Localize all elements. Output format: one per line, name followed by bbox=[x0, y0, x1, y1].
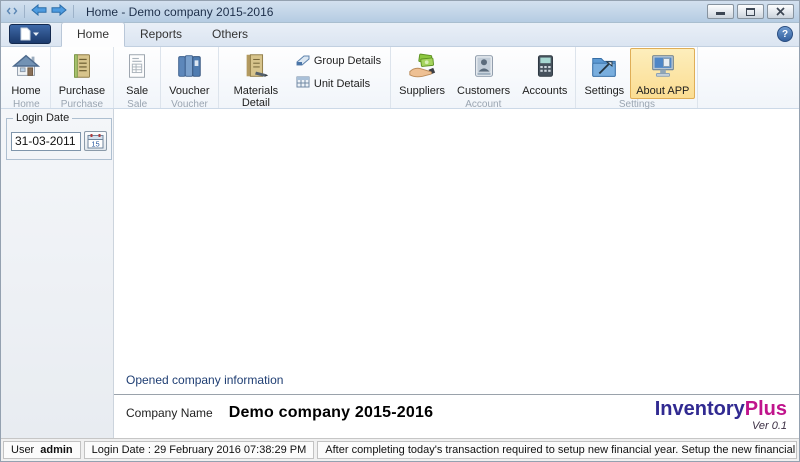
ribbon-button-unit-details[interactable]: Unit Details bbox=[293, 74, 384, 93]
ribbon-button-materials-detail[interactable]: Materials Detail bbox=[221, 48, 291, 111]
minimize-icon bbox=[716, 12, 725, 15]
login-date-group: Login Date 15 bbox=[6, 112, 112, 160]
login-date-label: Login Date bbox=[13, 112, 72, 124]
application-menu-icon bbox=[17, 27, 43, 41]
ribbon-button-label: Accounts bbox=[522, 85, 567, 97]
login-date-input[interactable] bbox=[11, 132, 81, 151]
maximize-button[interactable] bbox=[737, 4, 764, 19]
ribbon-button-label: Unit Details bbox=[314, 78, 370, 90]
main-area: Opened company information Company Name … bbox=[114, 109, 799, 438]
tab-others[interactable]: Others bbox=[197, 23, 263, 46]
ribbon-button-purchase[interactable]: Purchase bbox=[53, 48, 111, 99]
accounts-icon bbox=[530, 51, 560, 84]
status-bar: User admin Login Date : 29 February 2016… bbox=[1, 438, 799, 461]
company-name-value: Demo company 2015-2016 bbox=[229, 404, 434, 422]
close-button[interactable] bbox=[767, 4, 794, 19]
ribbon-button-about-app[interactable]: About APP bbox=[630, 48, 695, 99]
ribbon-group-purchase: Purchase Purchase bbox=[51, 47, 114, 108]
ribbon-button-label: Voucher bbox=[169, 85, 209, 97]
svg-text:15: 15 bbox=[91, 139, 99, 148]
status-message: After completing today's transaction req… bbox=[317, 441, 797, 459]
ribbon-button-voucher[interactable]: Voucher bbox=[163, 48, 215, 99]
about-app-icon bbox=[648, 51, 678, 84]
logo-text-inventory: Inventory bbox=[655, 398, 745, 420]
ribbon-group-inventory: Materials Detail Group Details bbox=[219, 47, 391, 108]
side-panel: Login Date 15 bbox=[1, 109, 114, 438]
tab-reports[interactable]: Reports bbox=[125, 23, 197, 46]
ribbon-button-group-details[interactable]: Group Details bbox=[293, 51, 384, 70]
version-label: Ver 0.1 bbox=[655, 420, 787, 432]
customers-icon bbox=[469, 51, 499, 84]
ribbon-button-suppliers[interactable]: Suppliers bbox=[393, 48, 451, 99]
logo-text-plus: Plus bbox=[745, 398, 787, 420]
materials-detail-icon bbox=[241, 51, 271, 84]
ribbon-group-settings: Settings About APP Settings bbox=[576, 47, 698, 108]
ribbon-button-label: Purchase bbox=[59, 85, 105, 97]
window-title: Home - Demo company 2015-2016 bbox=[86, 5, 273, 19]
help-icon: ? bbox=[782, 29, 788, 40]
toolbar-separator bbox=[24, 5, 25, 18]
ribbon-button-customers[interactable]: Customers bbox=[451, 48, 516, 99]
ribbon-group-voucher: Voucher Voucher bbox=[161, 47, 219, 108]
purchase-icon bbox=[67, 51, 97, 84]
ribbon-button-settings[interactable]: Settings bbox=[578, 48, 630, 99]
group-details-icon bbox=[296, 52, 310, 69]
customize-toolbar-icon[interactable] bbox=[6, 3, 18, 21]
voucher-icon bbox=[174, 51, 204, 84]
ribbon-tab-row: Home Reports Others ? bbox=[1, 23, 799, 47]
forward-arrow-icon[interactable] bbox=[51, 3, 67, 21]
app-window: Home - Demo company 2015-2016 Home Repor… bbox=[0, 0, 800, 462]
tab-home[interactable]: Home bbox=[61, 22, 125, 47]
status-user-label: User bbox=[11, 444, 34, 456]
ribbon-button-label: Settings bbox=[584, 85, 624, 97]
back-arrow-icon[interactable] bbox=[31, 3, 47, 21]
maximize-icon bbox=[746, 8, 755, 16]
title-bar: Home - Demo company 2015-2016 bbox=[1, 1, 799, 23]
status-user: User admin bbox=[3, 441, 81, 459]
ribbon-button-label: About APP bbox=[636, 85, 689, 97]
minimize-button[interactable] bbox=[707, 4, 734, 19]
ribbon-group-sale: Sale Sale bbox=[114, 47, 161, 108]
quick-access-toolbar bbox=[6, 3, 76, 21]
calendar-icon: 15 bbox=[87, 133, 104, 149]
ribbon-group-home: Home Home bbox=[3, 47, 51, 108]
close-icon bbox=[776, 7, 785, 16]
home-icon bbox=[11, 51, 41, 84]
application-menu-button[interactable] bbox=[9, 24, 51, 44]
toolbar-separator bbox=[73, 5, 74, 18]
ribbon-button-label: Customers bbox=[457, 85, 510, 97]
ribbon-button-accounts[interactable]: Accounts bbox=[516, 48, 573, 99]
status-user-value: admin bbox=[40, 444, 72, 456]
ribbon-button-label: Sale bbox=[126, 85, 148, 97]
calendar-picker-button[interactable]: 15 bbox=[84, 131, 107, 151]
ribbon-button-sale[interactable]: Sale bbox=[116, 48, 158, 99]
app-logo: InventoryPlus Ver 0.1 bbox=[655, 399, 787, 432]
sale-icon bbox=[122, 51, 152, 84]
ribbon: Home Home Purchase Purchas bbox=[1, 47, 799, 109]
ribbon-button-label: Suppliers bbox=[399, 85, 445, 97]
ribbon-button-label: Home bbox=[11, 85, 40, 97]
company-name-label: Company Name bbox=[126, 406, 213, 420]
ribbon-group-account: Suppliers Customers bbox=[391, 47, 576, 108]
settings-icon bbox=[589, 51, 619, 84]
opened-company-heading: Opened company information bbox=[114, 367, 799, 394]
ribbon-button-label: Group Details bbox=[314, 55, 381, 67]
unit-details-icon bbox=[296, 75, 310, 92]
status-login-date: Login Date : 29 February 2016 07:38:29 P… bbox=[84, 441, 315, 459]
help-button[interactable]: ? bbox=[777, 26, 793, 42]
ribbon-button-home[interactable]: Home bbox=[5, 48, 47, 99]
company-info-panel: Opened company information Company Name … bbox=[114, 367, 799, 438]
suppliers-icon bbox=[407, 51, 437, 84]
ribbon-button-label: Materials Detail bbox=[227, 85, 285, 109]
